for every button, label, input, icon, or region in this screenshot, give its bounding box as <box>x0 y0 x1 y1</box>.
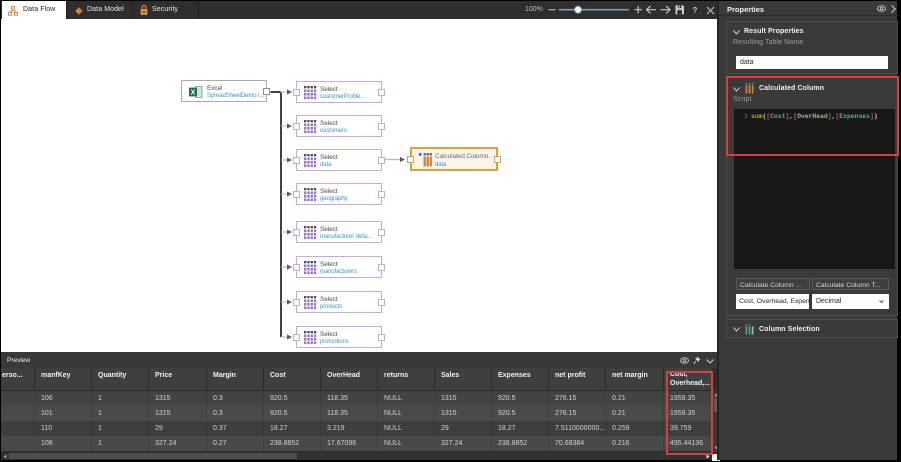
svg-text:X: X <box>191 89 196 96</box>
